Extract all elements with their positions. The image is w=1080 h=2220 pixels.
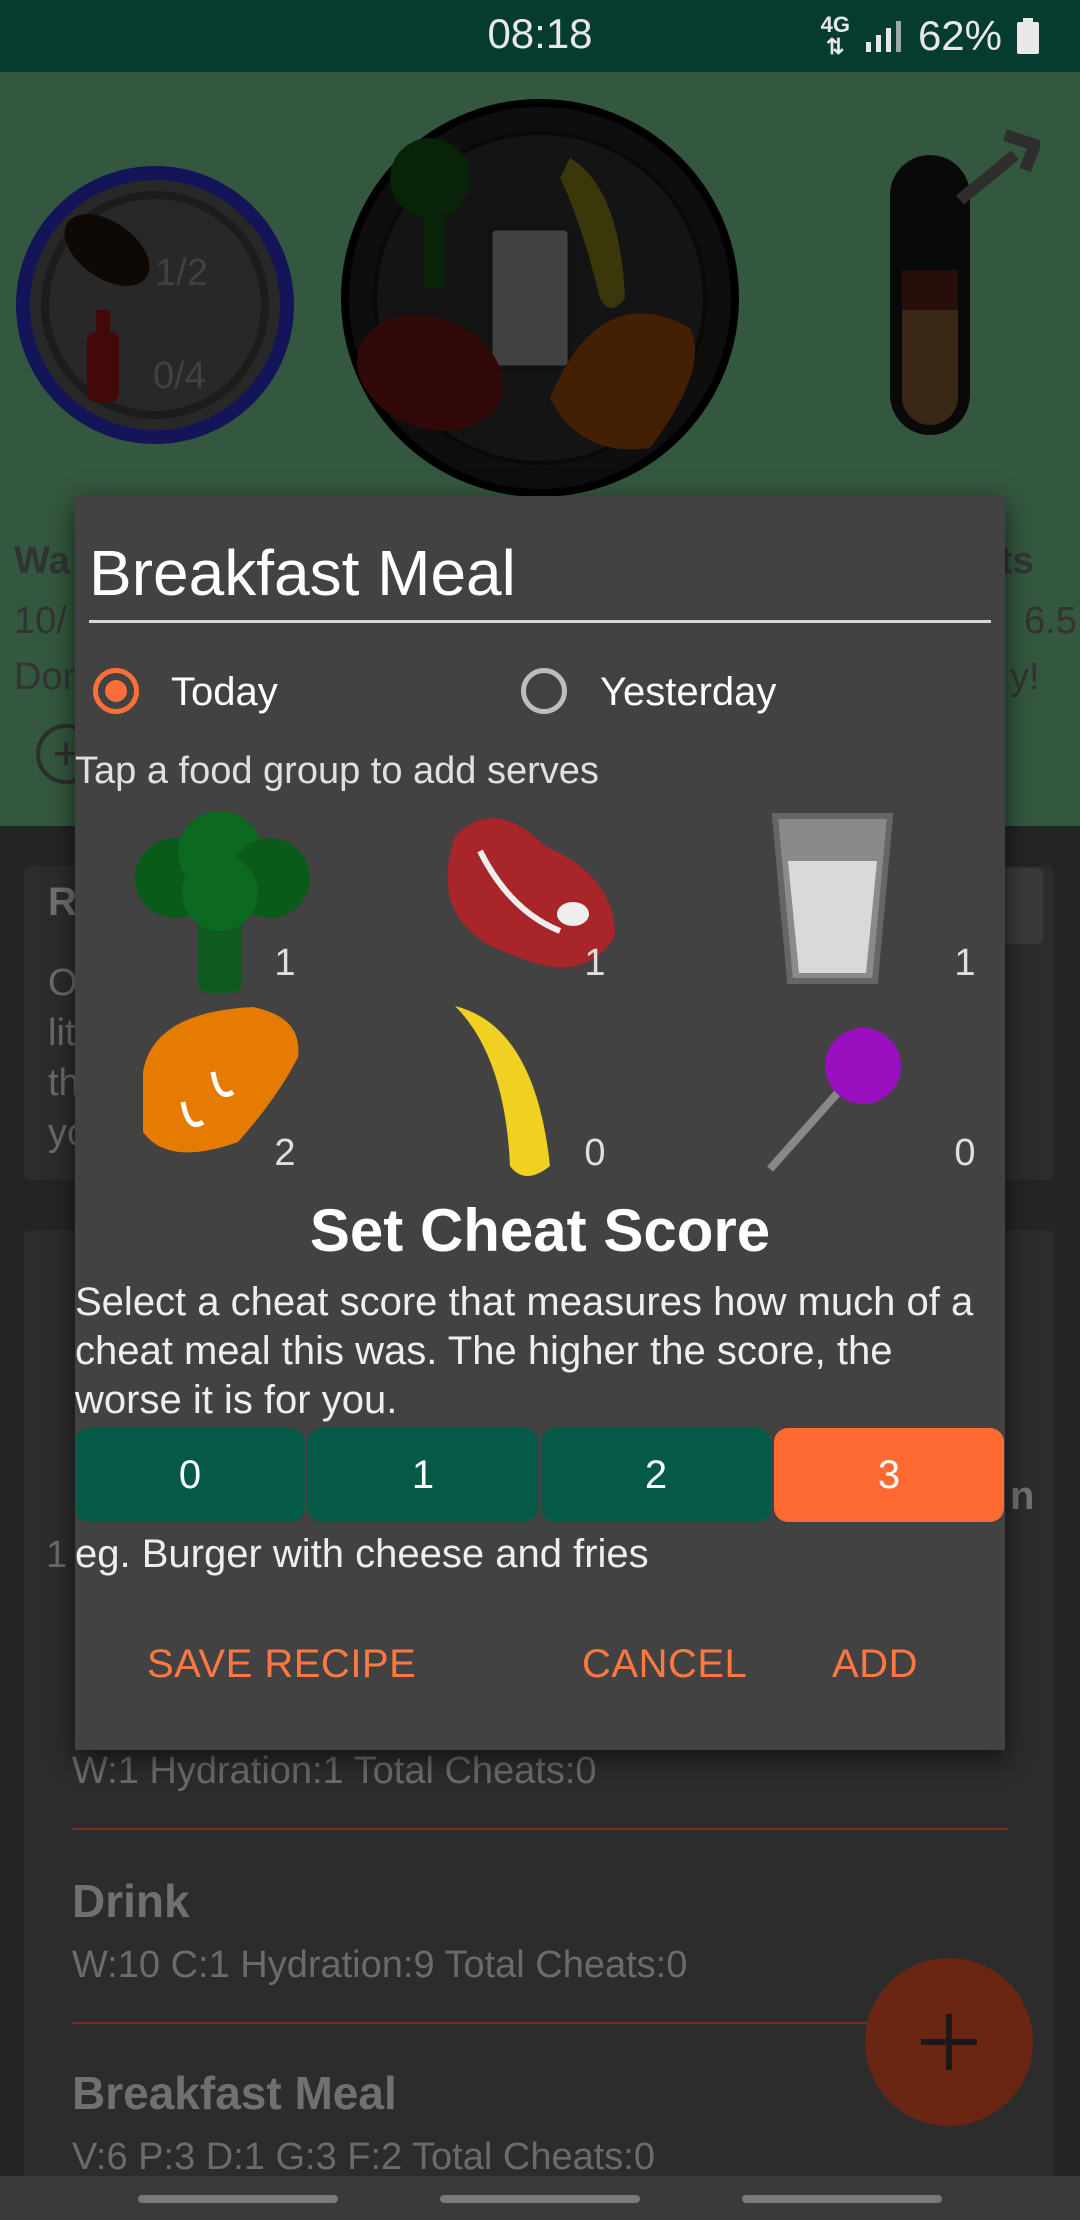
entry-line: W:10 C:1 Hydration:9 Total Cheats:0: [72, 1944, 688, 1986]
add-button[interactable]: ADD: [832, 1642, 918, 1687]
dairy-count: 1: [954, 942, 976, 984]
tips-line: lit: [48, 1012, 76, 1054]
cheat-score-description: Select a cheat score that measures how m…: [75, 1280, 974, 1422]
milk-glass-icon[interactable]: [770, 806, 895, 986]
entry-line: W:1 Hydration:1 Total Cheats:0: [72, 1750, 597, 1792]
network-type-icon: 4G ⇅: [820, 12, 850, 59]
radio-today-label[interactable]: Today: [171, 670, 278, 715]
cheat-score-0-button[interactable]: 0: [75, 1428, 305, 1522]
tips-line: O: [48, 962, 78, 1004]
nav-home-button[interactable]: [440, 2195, 640, 2203]
entry-title[interactable]: Drink: [72, 1874, 190, 1928]
tips-heading: R: [48, 880, 77, 924]
banana-icon[interactable]: [445, 994, 565, 1184]
add-meal-dialog: Breakfast Meal Today Yesterday Tap a foo…: [75, 496, 1005, 1750]
signal-icon: [865, 21, 901, 52]
entry-line: V:6 P:3 D:1 G:3 F:2 Total Cheats:0: [72, 2136, 655, 2178]
status-icons: 4G ⇅ 62%: [821, 12, 1040, 60]
add-fab-button[interactable]: [865, 1958, 1033, 2126]
save-recipe-button[interactable]: SAVE RECIPE: [147, 1642, 416, 1687]
radio-today[interactable]: [93, 668, 139, 714]
radio-yesterday-indicator[interactable]: [521, 668, 567, 714]
meal-name-input[interactable]: Breakfast Meal: [89, 536, 991, 623]
fruit-count: 0: [584, 1132, 606, 1174]
food-group-hint: Tap a food group to add serves: [75, 750, 599, 792]
cheat-score-1-button[interactable]: 1: [308, 1428, 538, 1522]
battery-icon: [1017, 18, 1039, 54]
cheat-score-2-button[interactable]: 2: [541, 1428, 771, 1522]
protein-count: 1: [584, 942, 606, 984]
radio-yesterday-label[interactable]: Yesterday: [600, 670, 776, 715]
treats-count: 0: [954, 1132, 976, 1174]
nav-back-button[interactable]: [742, 2195, 942, 2203]
radio-today-indicator[interactable]: [93, 668, 139, 714]
lollipop-icon[interactable]: [760, 1024, 910, 1174]
radio-yesterday[interactable]: [521, 668, 567, 714]
entry-title[interactable]: Breakfast Meal: [72, 2066, 397, 2120]
bg-side-char: 1: [46, 1534, 68, 1576]
entry-divider: [72, 1828, 1008, 1830]
battery-percent: 62%: [917, 12, 1002, 59]
cheat-score-title: Set Cheat Score: [309, 1197, 771, 1264]
cancel-button[interactable]: CANCEL: [582, 1642, 747, 1687]
cheat-score-3-button[interactable]: 3: [774, 1428, 1004, 1522]
nav-recents-button[interactable]: [138, 2195, 338, 2203]
cheat-score-example: eg. Burger with cheese and fries: [75, 1532, 649, 1576]
bg-side-char-right: n: [1010, 1474, 1035, 1518]
plus-icon: [921, 2014, 977, 2070]
vegetables-count: 1: [274, 942, 296, 984]
grains-count: 2: [274, 1132, 296, 1174]
